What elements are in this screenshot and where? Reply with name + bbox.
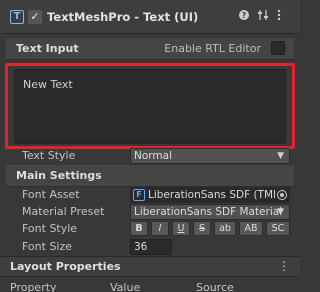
text-input-section-header: Text Input Enable RTL Editor	[6, 38, 294, 60]
text-style-label: Text Style	[22, 149, 76, 162]
font-asset-field[interactable]: F LiberationSans SDF (TMI	[130, 187, 290, 203]
enable-rtl-checkbox[interactable]	[271, 41, 285, 55]
component-header[interactable]: T ✓ TextMeshPro - Text (UI) ?	[0, 0, 300, 34]
italic-style-button[interactable]: I	[151, 221, 169, 236]
highlight-box	[5, 63, 295, 149]
text-style-value: Normal	[134, 150, 172, 162]
text-style-dropdown[interactable]: Normal ▼	[130, 148, 290, 164]
material-preset-label: Material Preset	[22, 205, 105, 218]
font-style-label: Font Style	[22, 222, 78, 235]
bold-style-button[interactable]: B	[130, 221, 148, 236]
smallcaps-style-button[interactable]: SC	[266, 221, 290, 236]
kebab-menu-icon[interactable]	[276, 9, 282, 24]
svg-text:?: ?	[242, 11, 247, 20]
font-size-label: Font Size	[22, 240, 73, 253]
layout-properties-header[interactable]: Layout Properties ⋮	[0, 256, 300, 277]
help-icon[interactable]: ?	[238, 9, 250, 24]
preset-icon[interactable]	[257, 9, 269, 24]
lowercase-style-button[interactable]: ab	[214, 221, 236, 236]
kebab-menu-icon[interactable]: ⋮	[278, 259, 290, 273]
strikethrough-style-button[interactable]: S	[193, 221, 211, 236]
component-enabled-checkbox[interactable]: ✓	[28, 10, 42, 24]
material-preset-dropdown[interactable]: LiberationSans SDF Material ▼	[130, 204, 290, 220]
text-input-title: Text Input	[16, 42, 79, 55]
chevron-down-icon: ▼	[277, 207, 284, 217]
font-asset-value: LiberationSans SDF (TMI	[148, 189, 277, 201]
material-preset-value: LiberationSans SDF Material	[134, 206, 283, 218]
text-component-icon: T	[10, 10, 24, 24]
font-size-input[interactable]: 36	[130, 239, 172, 255]
font-asset-icon: F	[133, 189, 145, 201]
main-settings-section-header: Main Settings	[6, 165, 294, 187]
column-header-value: Value	[110, 281, 141, 292]
component-title: TextMeshPro - Text (UI)	[47, 10, 199, 24]
object-picker-icon[interactable]	[275, 188, 289, 202]
font-asset-label: Font Asset	[22, 188, 80, 201]
layout-properties-title: Layout Properties	[10, 260, 121, 273]
underline-style-button[interactable]: U	[172, 221, 190, 236]
uppercase-style-button[interactable]: AB	[239, 221, 263, 236]
chevron-down-icon: ▼	[277, 151, 284, 161]
column-header-property: Property	[10, 281, 57, 292]
column-header-source: Source	[196, 281, 234, 292]
main-settings-title: Main Settings	[16, 169, 102, 182]
enable-rtl-label: Enable RTL Editor	[164, 42, 261, 55]
